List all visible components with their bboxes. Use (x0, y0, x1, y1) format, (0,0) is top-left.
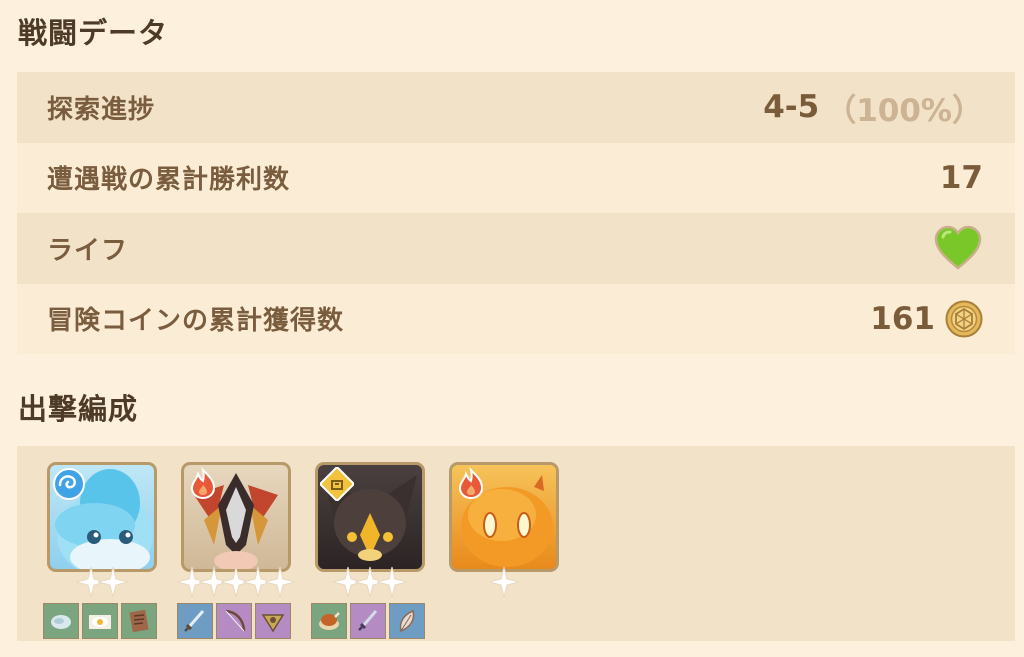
equipment-slot[interactable] (177, 603, 213, 639)
team-section-title: 出撃編成 (18, 392, 139, 426)
geo-element-icon (320, 467, 354, 501)
roast-chicken-icon (319, 612, 340, 630)
star-rating (176, 565, 296, 599)
coin-icon (945, 300, 983, 338)
stats-label: ライフ (47, 235, 129, 266)
stats-label: 探索進捗 (47, 94, 156, 125)
team-member-4[interactable] (449, 462, 559, 598)
equipment-slot[interactable] (82, 603, 118, 639)
exploration-stage: 4-5 (763, 89, 820, 126)
stats-row-life: ライフ (17, 213, 1015, 284)
water-slime-portrait[interactable] (47, 462, 157, 572)
star-icon (488, 566, 520, 598)
equipment-slot[interactable] (389, 603, 425, 639)
sword-icon (184, 610, 205, 632)
star-icon (264, 566, 296, 598)
exploration-percent: （100%） (825, 92, 983, 129)
fire-masked-portrait[interactable] (181, 462, 291, 572)
seashell-icon (51, 615, 71, 629)
stats-row-wins: 遭遇戦の累計勝利数 17 (17, 142, 1015, 213)
star-rating (315, 565, 425, 599)
scroll-icon (129, 609, 149, 633)
equipment-slot[interactable] (255, 603, 291, 639)
fire-slime-portrait[interactable] (449, 462, 559, 572)
equipment-slot[interactable] (350, 603, 386, 639)
stats-label: 冒険コインの累計獲得数 (47, 306, 345, 337)
team-member-1[interactable] (43, 462, 157, 639)
equipment-row (177, 603, 291, 639)
stats-table: 探索進捗 4-5 （100%） 遭遇戦の累計勝利数 17 ライフ 冒険コインの累計… (17, 72, 1015, 354)
stats-label: 遭遇戦の累計勝利数 (47, 165, 291, 196)
stats-row-coins: 冒険コインの累計獲得数 161 (17, 283, 1015, 354)
stats-row-exploration: 探索進捗 4-5 （100%） (17, 72, 1015, 143)
coin-count: 161 (870, 300, 935, 337)
stats-value: 4-5 （100%） (763, 85, 983, 130)
equipment-row (43, 603, 157, 639)
team-member-2[interactable] (176, 462, 296, 639)
star-rating (449, 565, 559, 599)
equipment-slot[interactable] (311, 603, 347, 639)
heart-icon (934, 225, 982, 270)
hydro-element-icon (53, 468, 85, 500)
egg-dish-icon (89, 615, 111, 629)
amulet-icon (261, 614, 285, 633)
equipment-slot[interactable] (216, 603, 252, 639)
dagger-icon (358, 610, 378, 631)
stats-value: 17 (939, 159, 983, 196)
equipment-row (311, 603, 425, 639)
star-rating (47, 565, 157, 599)
star-icon (97, 566, 129, 598)
dark-beast-portrait[interactable] (315, 462, 425, 572)
pyro-element-icon (190, 467, 216, 500)
stats-section-title: 戦闘データ (18, 16, 169, 50)
star-icon (376, 566, 408, 598)
pyro-element-icon (458, 467, 484, 500)
bow-icon (225, 609, 246, 632)
equipment-slot[interactable] (43, 603, 79, 639)
team-panel (17, 446, 1015, 641)
feather-icon (399, 609, 415, 633)
team-member-3[interactable] (311, 462, 425, 639)
equipment-slot[interactable] (121, 603, 157, 639)
